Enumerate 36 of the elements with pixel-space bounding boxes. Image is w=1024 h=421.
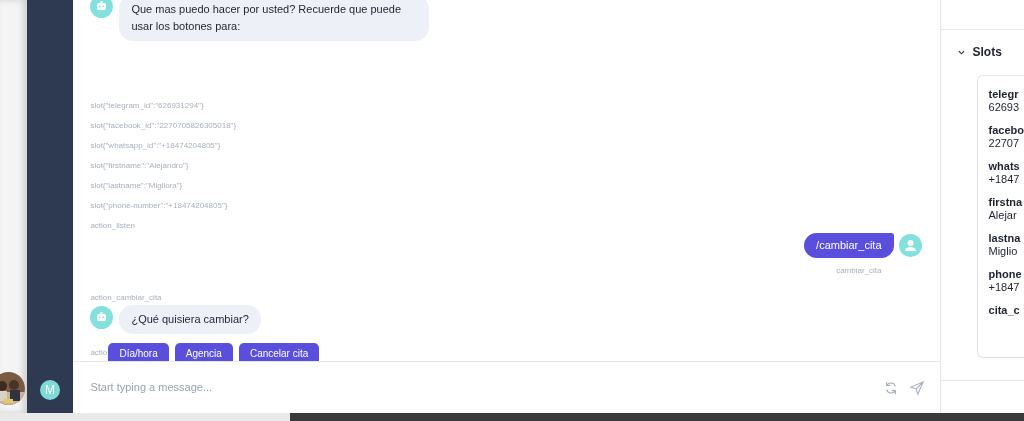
message-input[interactable]: Start typing a message... [90,379,872,396]
event-label: action_listen [90,221,135,230]
event-label: slot{"phone-number":"+18474204805"} [90,201,228,210]
bot-message: Que mas puedo hacer por usted? Recuerde que puede usar los botones para: [119,0,430,41]
bot-avatar-icon [90,306,114,329]
slot-name: phone [988,268,1023,281]
slot-name: telegr [988,88,1020,101]
slot-name: whats [988,160,1021,173]
slot-name: cita_c [988,304,1021,317]
slot-value: 22707 [988,137,1021,150]
quick-reply-button[interactable]: Día/hora [108,343,169,361]
slots-title: Slots [972,44,1002,61]
slot-name: firstna [988,196,1024,209]
chevron-icon[interactable] [957,49,965,55]
user-message: /cambiar_cita [804,233,894,258]
event-label: slot{"facebook_id":"2270705826305018"} [90,121,237,130]
event-label: slot{"lastname":"Migliora"} [90,181,183,190]
slot-value: Miglio [988,245,1019,258]
user-avatar-icon [898,234,922,257]
slot-value: Alejar [988,209,1018,222]
bot-message: ¿Qué quisiera cambiar? [119,305,261,334]
slot-name: lastna [988,232,1022,245]
event-label: slot{"telegram_id":"626931294"} [90,101,204,110]
slot-value: 62693 [988,101,1021,114]
send-icon[interactable] [909,380,924,395]
slot-name: facebo [988,124,1024,137]
event-label: actio [90,347,108,359]
event-label: action_cambiar_cita [90,293,162,302]
intent-label: cambiar_cita [836,265,882,277]
event-label: slot{"whatsapp_id":"+18474204805"} [90,141,221,150]
refresh-icon[interactable] [883,380,898,395]
quick-reply-button[interactable]: Cancelar cita [238,343,320,361]
slot-value: +1847 [988,281,1021,294]
quick-reply-button[interactable]: Agencia [174,343,233,361]
event-label: slot{"firstname":"Alejandro"} [90,161,189,170]
slot-value: +1847 [988,173,1021,186]
